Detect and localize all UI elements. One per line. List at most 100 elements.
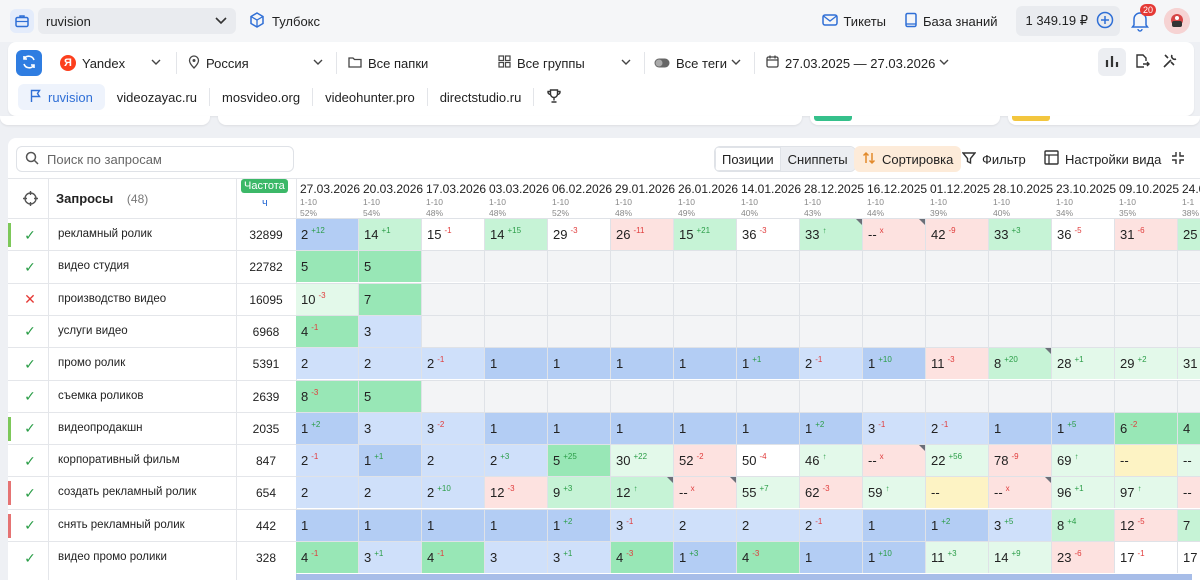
position-cell[interactable]: 29 +2 [1115,347,1178,380]
position-cell[interactable]: 96 +1 [1052,476,1115,509]
position-cell[interactable] [989,379,1052,412]
position-cell[interactable]: 1 [737,411,800,444]
tab-directstudio[interactable]: directstudio.ru [428,84,534,110]
position-cell[interactable] [1115,314,1178,347]
position-cell[interactable]: 7 [1178,508,1200,541]
position-cell[interactable]: 1 [296,508,359,541]
position-cell[interactable]: 4 -1 [296,314,359,347]
tab-positions[interactable]: Позиции [715,147,781,171]
position-cell[interactable]: 55 +7 [737,476,800,509]
position-cell[interactable]: 26 -11 [611,218,674,250]
position-cell[interactable] [1052,250,1115,283]
position-cell[interactable]: 42 -9 [926,218,989,250]
toolbox-link[interactable]: Тулбокс [248,11,320,32]
position-cell[interactable]: 2 [737,508,800,541]
position-cell[interactable]: 4 [1178,411,1200,444]
position-cell[interactable]: 1 +3 [674,541,737,573]
position-cell[interactable]: 2 -1 [926,411,989,444]
position-cell[interactable]: -- [1178,476,1200,509]
position-cell[interactable]: 1 +2 [926,508,989,541]
position-cell[interactable] [1178,314,1200,347]
query-text[interactable]: создать рекламный ролик [58,486,196,498]
position-cell[interactable] [800,314,863,347]
check-icon[interactable]: ✓ [22,453,38,469]
date-column-header[interactable]: 06.02.2026 1-10 52% [548,182,612,220]
tags-select[interactable]: Все теги [654,53,742,73]
position-cell[interactable] [422,250,485,283]
position-cell[interactable]: 1 [485,508,548,541]
position-cell[interactable]: 1 +2 [296,411,359,444]
position-cell[interactable] [1178,250,1200,283]
tools-button[interactable] [1156,48,1184,76]
check-icon[interactable]: ✓ [22,485,38,501]
position-cell[interactable] [485,250,548,283]
position-cell[interactable] [989,250,1052,283]
crosshair-icon[interactable] [22,190,39,210]
position-cell[interactable]: 3 [359,411,422,444]
query-text[interactable]: промо ролик [58,357,125,369]
position-cell[interactable]: 5 +25 [548,444,611,477]
position-cell[interactable] [863,282,926,315]
position-cell[interactable] [422,282,485,315]
query-text[interactable]: производство видео [58,293,166,305]
query-text[interactable]: съемка роликов [58,390,143,402]
refresh-button[interactable] [16,50,42,76]
knowledge-link[interactable]: База знаний [904,12,998,31]
position-cell[interactable] [1115,250,1178,283]
position-cell[interactable]: 1 [548,347,611,380]
position-cell[interactable]: 5 [359,379,422,412]
position-cell[interactable]: 1 [359,508,422,541]
query-text[interactable]: видео промо ролики [58,551,167,563]
position-cell[interactable]: 11 +3 [926,541,989,573]
tab-snippets[interactable]: Сниппеты [780,147,855,171]
date-column-header[interactable]: 23.10.2025 1-10 34% [1052,182,1116,220]
position-cell[interactable]: 15 -1 [422,218,485,250]
position-cell[interactable]: 29 -3 [548,218,611,250]
position-cell[interactable]: 31 -6 [1115,218,1178,250]
plus-circle-icon[interactable] [1096,11,1114,32]
query-text[interactable]: рекламный ролик [58,228,152,240]
position-cell[interactable] [737,314,800,347]
position-cell[interactable]: 30 +22 [611,444,674,477]
position-cell[interactable]: -- [1115,444,1178,477]
position-cell[interactable]: 1 +2 [548,508,611,541]
position-cell[interactable]: 2 [674,508,737,541]
check-icon[interactable]: ✓ [22,420,38,437]
position-cell[interactable]: 2 -1 [296,444,359,477]
position-cell[interactable]: 3 -1 [611,508,674,541]
position-cell[interactable]: 2 [359,476,422,509]
position-cell[interactable]: 1 [485,411,548,444]
position-cell[interactable] [548,314,611,347]
position-cell[interactable]: 2 [296,347,359,380]
position-cell[interactable] [800,379,863,412]
position-cell[interactable]: 4 -3 [611,541,674,573]
position-cell[interactable]: 2 +10 [422,476,485,509]
date-column-header[interactable]: 24.01-138% [1178,182,1200,220]
avatar[interactable] [1164,8,1190,34]
position-cell[interactable]: 5 [296,250,359,283]
date-column-header[interactable]: 27.03.2026 1-10 52% [296,182,360,220]
position-cell[interactable]: 59 ↑ [863,476,926,509]
position-cell[interactable]: 12 ↑ [611,476,674,509]
position-cell[interactable] [863,314,926,347]
position-cell[interactable]: 2 -1 [422,347,485,380]
tab-ruvision[interactable]: ruvision [18,84,105,110]
position-cell[interactable]: 46 ↑ [800,444,863,477]
position-cell[interactable] [1178,282,1200,315]
position-cell[interactable]: 2 [296,476,359,509]
trophy-button[interactable] [534,84,574,110]
collapse-button[interactable] [1170,146,1186,172]
position-cell[interactable]: 12 -3 [485,476,548,509]
query-text[interactable]: услуги видео [58,325,128,337]
cross-icon[interactable]: ✕ [22,291,38,308]
position-cell[interactable]: 9 +3 [548,476,611,509]
position-cell[interactable] [548,282,611,315]
tab-mosvideo[interactable]: mosvideo.org [210,84,312,110]
position-cell[interactable]: 3 +5 [989,508,1052,541]
position-cell[interactable]: 1 +5 [1052,411,1115,444]
position-cell[interactable]: -- x [863,444,926,477]
position-cell[interactable]: 1 +10 [863,347,926,380]
position-cell[interactable] [485,282,548,315]
position-cell[interactable] [863,379,926,412]
position-cell[interactable] [737,250,800,283]
